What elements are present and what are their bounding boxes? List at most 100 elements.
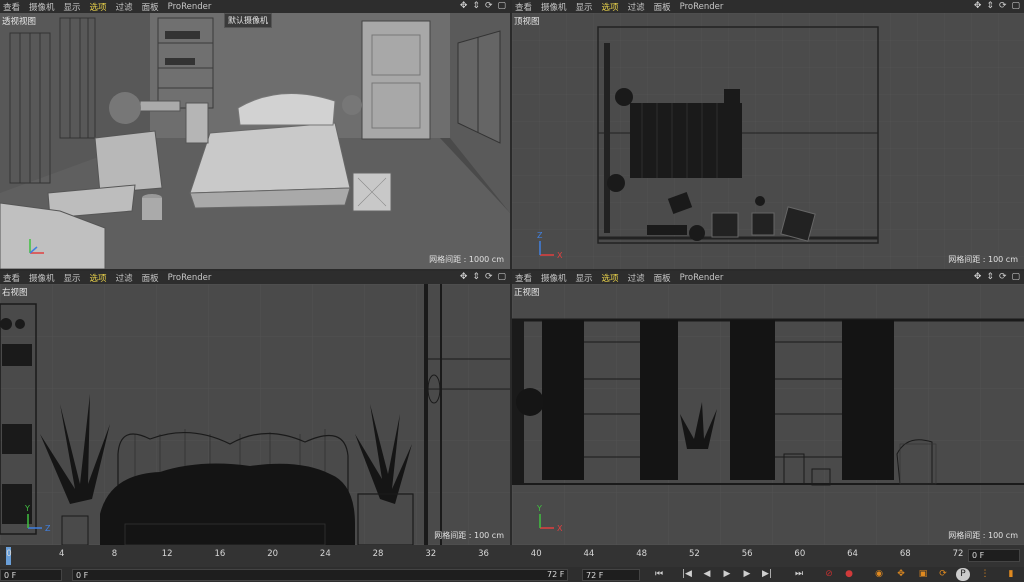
menu-filter[interactable]: 过滤	[628, 1, 645, 13]
front-canvas[interactable]: X Y	[512, 284, 1024, 545]
grid-spacing-label: 网格间距 : 100 cm	[948, 531, 1018, 540]
grid-spacing-label: 网格间距 : 1000 cm	[429, 255, 504, 264]
front-viewport[interactable]: 查看 摄像机 显示 选项 过滤 面板 ProRender ✥ ⇕ ⟳ ▢ X Y…	[512, 271, 1024, 545]
maximize-icon[interactable]: ▢	[1011, 0, 1020, 13]
play-icon[interactable]: ▶	[720, 568, 734, 581]
zoom-icon[interactable]: ⇕	[986, 0, 994, 13]
move-icon[interactable]: ✥	[974, 271, 982, 284]
viewport-menubar: 查看 摄像机 显示 选项 过滤 面板 ProRender ✥ ⇕ ⟳ ▢	[512, 0, 1024, 13]
keyframe-scale-icon[interactable]: ▣	[916, 568, 930, 581]
viewport-menubar: 查看 摄像机 显示 选项 过滤 面板 ProRender ✥ ⇕ ⟳ ▢	[512, 271, 1024, 284]
rotate-icon[interactable]: ⟳	[485, 0, 493, 13]
go-to-start-icon[interactable]: ⏮	[652, 568, 666, 581]
timeline-tick-label: 36	[478, 549, 489, 559]
min-frame-field[interactable]: 0 F	[72, 569, 568, 581]
svg-text:Y: Y	[536, 504, 542, 513]
menu-options[interactable]: 选项	[90, 272, 107, 284]
menu-camera[interactable]: 摄像机	[29, 272, 55, 284]
menu-display[interactable]: 显示	[64, 1, 81, 13]
end-frame-field[interactable]: 72 F	[582, 569, 640, 581]
menu-filter[interactable]: 过滤	[116, 1, 133, 13]
menu-prorender[interactable]: ProRender	[168, 2, 212, 12]
current-frame-field[interactable]: 0 F	[968, 549, 1020, 562]
menu-display[interactable]: 显示	[576, 272, 593, 284]
timeline-tick-label: 20	[267, 549, 279, 559]
timeline-tick-label: 48	[636, 549, 648, 559]
auto-key-icon[interactable]: ◉	[872, 568, 886, 581]
menu-camera[interactable]: 摄像机	[541, 272, 567, 284]
prev-frame-icon[interactable]: ◀	[700, 568, 714, 581]
timeline-tick-label: 16	[214, 549, 226, 559]
menu-view[interactable]: 查看	[3, 1, 20, 13]
rotate-icon[interactable]: ⟳	[999, 0, 1007, 13]
menu-filter[interactable]: 过滤	[628, 272, 645, 284]
menu-camera[interactable]: 摄像机	[541, 1, 567, 13]
move-icon[interactable]: ✥	[460, 271, 468, 284]
menu-filter[interactable]: 过滤	[116, 272, 133, 284]
viewport-label: 透视视图	[2, 17, 37, 27]
rotate-icon[interactable]: ⟳	[485, 271, 493, 284]
keyframe-move-icon[interactable]: ✥	[894, 568, 908, 581]
menu-view[interactable]: 查看	[515, 272, 532, 284]
zoom-icon[interactable]: ⇕	[472, 271, 480, 284]
menu-view[interactable]: 查看	[3, 272, 20, 284]
menu-camera[interactable]: 摄像机	[29, 1, 55, 13]
timeline-tick-label: 8	[111, 549, 118, 559]
zoom-icon[interactable]: ⇕	[986, 271, 994, 284]
rotate-icon[interactable]: ⟳	[999, 271, 1007, 284]
top-viewport[interactable]: 查看 摄像机 显示 选项 过滤 面板 ProRender ✥ ⇕ ⟳ ▢ X Z…	[512, 0, 1024, 269]
menu-panel[interactable]: 面板	[654, 1, 671, 13]
perspective-canvas[interactable]	[0, 13, 510, 269]
menu-panel[interactable]: 面板	[142, 272, 159, 284]
menu-display[interactable]: 显示	[576, 1, 593, 13]
perspective-viewport[interactable]: 查看 摄像机 显示 选项 过滤 面板 ProRender ✥ ⇕ ⟳ ▢ 透视视…	[0, 0, 510, 269]
svg-text:X: X	[557, 524, 563, 533]
maximize-icon[interactable]: ▢	[497, 271, 506, 284]
next-key-icon[interactable]: ▶|	[760, 568, 774, 581]
timeline-tick-label: 0	[6, 549, 12, 559]
menu-view[interactable]: 查看	[515, 1, 532, 13]
viewport-menubar: 查看 摄像机 显示 选项 过滤 面板 ProRender ✥ ⇕ ⟳ ▢	[0, 0, 510, 13]
keyframe-grid-icon[interactable]: ⋮	[978, 568, 992, 581]
top-canvas[interactable]: X Z	[512, 13, 1024, 269]
keyframe-rotate-icon[interactable]: ⟳	[936, 568, 950, 581]
timeline-settings-icon[interactable]: ▮	[1004, 568, 1018, 581]
cinema4d-app: 查看 摄像机 显示 选项 过滤 面板 ProRender ✥ ⇕ ⟳ ▢ 透视视…	[0, 0, 1024, 582]
move-icon[interactable]: ✥	[974, 0, 982, 13]
top-scene: X Z	[512, 13, 1024, 269]
maximize-icon[interactable]: ▢	[1011, 271, 1020, 284]
menu-display[interactable]: 显示	[64, 272, 81, 284]
right-scene: Z Y	[0, 284, 510, 545]
start-frame-field[interactable]: 0 F	[0, 569, 62, 581]
menu-options[interactable]: 选项	[602, 272, 619, 284]
move-icon[interactable]: ✥	[460, 0, 468, 13]
record-disabled-icon[interactable]: ⊘	[822, 568, 836, 581]
timeline-ruler[interactable]: 0 4 8 12 16 20 24 28 32 36 40 44 48 52 56 60 64 68 72 0 F	[0, 545, 1024, 567]
prev-key-icon[interactable]: |◀	[680, 568, 694, 581]
menu-options[interactable]: 选项	[602, 1, 619, 13]
frame-ruler[interactable]: 0 4 8 12 16 20 24 28 32 36 40 44 48 52 56 60 64 68 72	[0, 545, 968, 567]
record-icon[interactable]: ●	[842, 568, 856, 581]
right-viewport[interactable]: 查看 摄像机 显示 选项 过滤 面板 ProRender ✥ ⇕ ⟳ ▢ Z Y…	[0, 271, 510, 545]
viewport-menubar: 查看 摄像机 显示 选项 过滤 面板 ProRender ✥ ⇕ ⟳ ▢	[0, 271, 510, 284]
transport-bar: 0 F 0 F 72 F 72 F ⏮ |◀ ◀ ▶ ▶ ▶| ⏭ ⊘ ● ◉ …	[0, 567, 1024, 582]
svg-text:Z: Z	[537, 231, 543, 240]
menu-prorender[interactable]: ProRender	[680, 273, 724, 283]
max-frame-field[interactable]: 72 F	[544, 569, 576, 581]
zoom-icon[interactable]: ⇕	[472, 0, 480, 13]
menu-options[interactable]: 选项	[90, 1, 107, 13]
camera-selector[interactable]: 默认摄像机	[224, 13, 272, 28]
menu-panel[interactable]: 面板	[654, 272, 671, 284]
menu-prorender[interactable]: ProRender	[680, 2, 724, 12]
keyframe-param-icon[interactable]: P	[956, 568, 970, 581]
viewport-label: 正视图	[514, 288, 540, 298]
go-to-end-icon[interactable]: ⏭	[792, 568, 806, 581]
right-canvas[interactable]: Z Y	[0, 284, 510, 545]
next-frame-icon[interactable]: ▶	[740, 568, 754, 581]
timeline-tick-label: 64	[847, 549, 858, 559]
timeline-tick-label: 56	[741, 549, 753, 559]
timeline-tick-label: 4	[59, 549, 65, 559]
maximize-icon[interactable]: ▢	[497, 0, 506, 13]
menu-prorender[interactable]: ProRender	[168, 273, 212, 283]
menu-panel[interactable]: 面板	[142, 1, 159, 13]
